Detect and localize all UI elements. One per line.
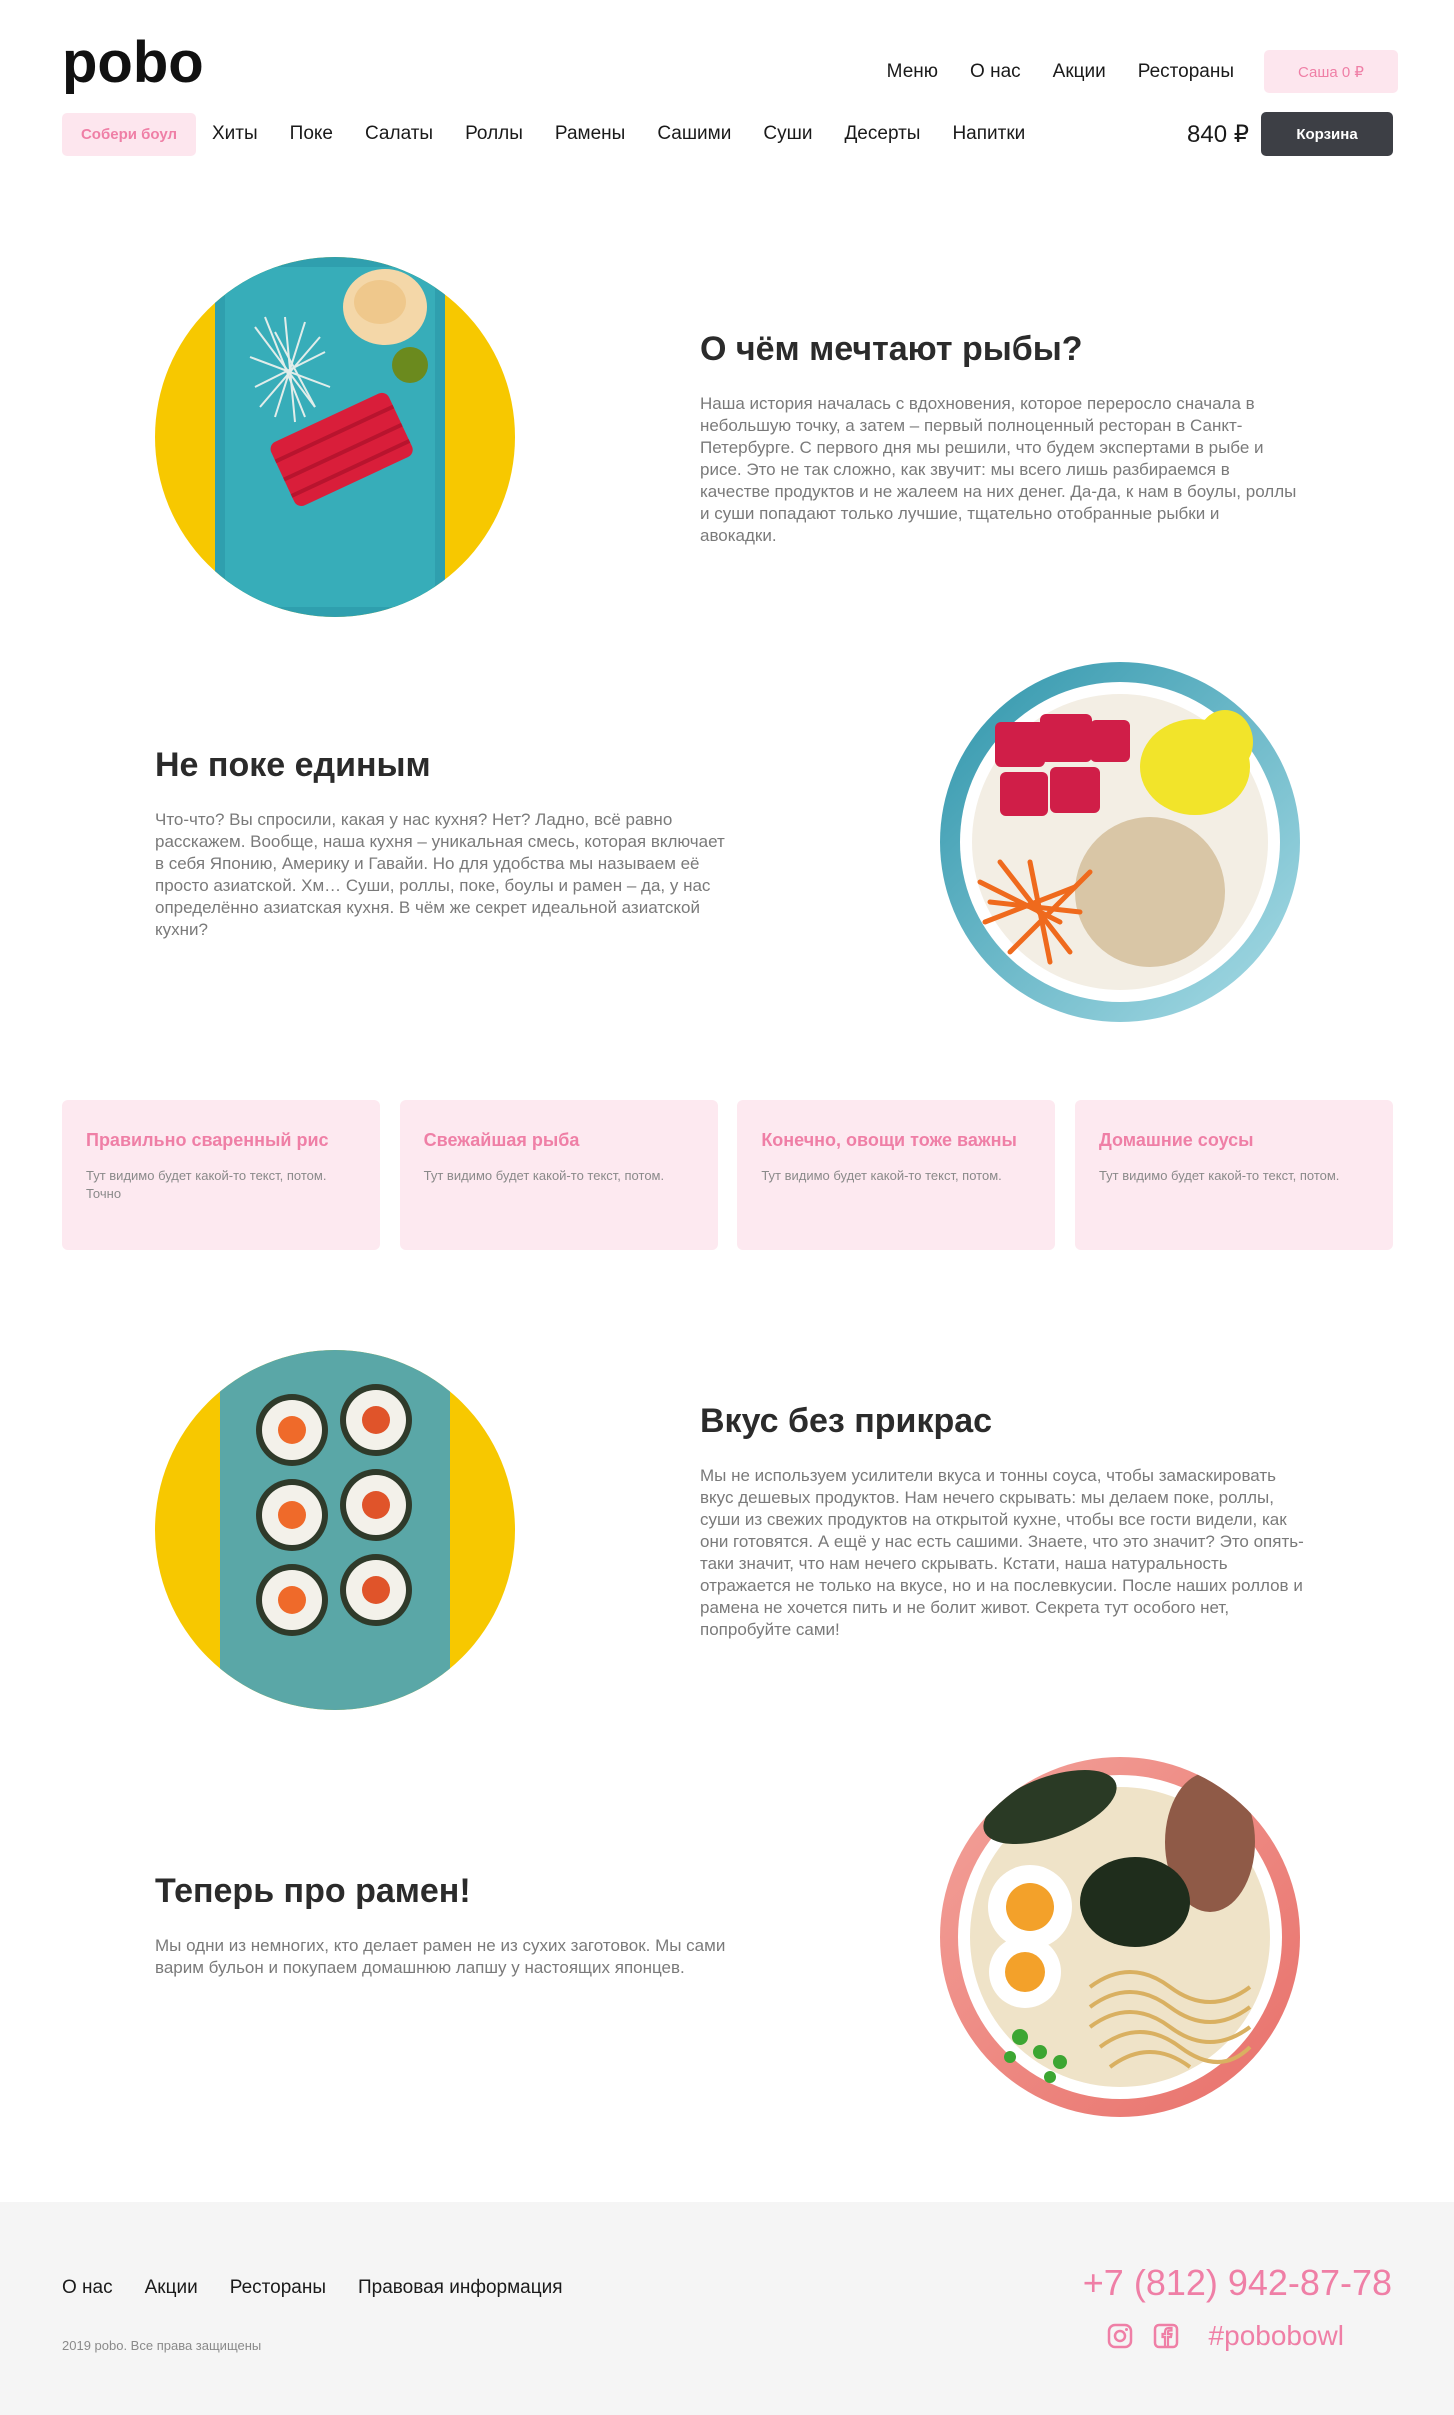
top-nav-link-menu[interactable]: Меню <box>887 61 938 83</box>
story-section-3: Вкус без прикрас Мы не используем усилит… <box>700 1402 1310 1641</box>
category-sashimi[interactable]: Сашими <box>657 123 731 145</box>
poke-bowl-photo <box>940 662 1300 1022</box>
category-sushi[interactable]: Суши <box>763 123 812 145</box>
section-title: Вкус без прикрас <box>700 1402 993 1440</box>
user-account-button[interactable]: Саша 0 ₽ <box>1264 50 1398 93</box>
facebook-icon[interactable] <box>1153 2323 1179 2349</box>
category-drinks[interactable]: Напитки <box>952 123 1025 145</box>
feature-title: Правильно сваренный рис <box>86 1130 329 1150</box>
feature-title: Конечно, овощи тоже важны <box>761 1130 1017 1150</box>
category-nav: Собери боул Хиты Поке Салаты Роллы Рамен… <box>62 112 1057 156</box>
footer-link-restaurants[interactable]: Рестораны <box>230 2277 326 2299</box>
copyright: 2019 pobo. Все права защищены <box>62 2338 262 2353</box>
feature-title: Свежайшая рыба <box>423 1130 580 1150</box>
sashimi-photo <box>155 257 515 617</box>
feature-card-vegetables: Конечно, овощи тоже важны Тут видимо буд… <box>737 1100 1056 1250</box>
footer-nav: О нас Акции Рестораны Правовая информаци… <box>62 2277 595 2299</box>
section-text: Что-что? Вы спросили, какая у нас кухня?… <box>155 810 725 939</box>
hashtag[interactable]: #pobobowl <box>1209 2320 1344 2352</box>
section-text: Мы одни из немногих, кто делает рамен не… <box>155 1936 726 1977</box>
top-nav-link-restaurants[interactable]: Рестораны <box>1138 61 1234 83</box>
top-nav: Меню О нас Акции Рестораны Саша 0 ₽ <box>887 50 1398 93</box>
cart-button[interactable]: Корзина <box>1261 112 1393 156</box>
section-text: Наша история началась с вдохновения, кот… <box>700 394 1297 545</box>
footer-link-about[interactable]: О нас <box>62 2277 113 2299</box>
cart-total: 840 ₽ <box>1187 120 1249 148</box>
footer-link-legal[interactable]: Правовая информация <box>358 2277 563 2299</box>
top-nav-link-promos[interactable]: Акции <box>1053 61 1106 83</box>
top-nav-link-about[interactable]: О нас <box>970 61 1021 83</box>
category-poke[interactable]: Поке <box>290 123 333 145</box>
category-salads[interactable]: Салаты <box>365 123 433 145</box>
category-ramen[interactable]: Рамены <box>555 123 625 145</box>
category-hits[interactable]: Хиты <box>212 123 258 145</box>
feature-text: Тут видимо будет какой-то текст, потом. … <box>86 1168 327 1201</box>
phone-number[interactable]: +7 (812) 942-87-78 <box>1083 2262 1392 2304</box>
feature-card-rice: Правильно сваренный рис Тут видимо будет… <box>62 1100 380 1250</box>
instagram-icon[interactable] <box>1107 2323 1133 2349</box>
feature-text: Тут видимо будет какой-то текст, потом. <box>1098 1168 1340 1183</box>
cart-area: 840 ₽ Корзина <box>1187 112 1393 156</box>
build-bowl-button[interactable]: Собери боул <box>62 112 196 156</box>
category-rolls[interactable]: Роллы <box>465 123 523 145</box>
feature-text: Тут видимо будет какой-то текст, потом. <box>761 1168 1002 1183</box>
story-section-2: Не поке единым Что-что? Вы спросили, как… <box>155 746 735 941</box>
story-section-4: Теперь про рамен! Мы одни из немногих, к… <box>155 1872 745 1979</box>
feature-card-sauces: Домашние соусы Тут видимо будет какой-то… <box>1074 1100 1393 1250</box>
story-section-1: О чём мечтают рыбы? Наша история началас… <box>700 330 1300 547</box>
footer: О нас Акции Рестораны Правовая информаци… <box>0 2202 1454 2415</box>
feature-card-fish: Свежайшая рыба Тут видимо будет какой-то… <box>399 1100 718 1250</box>
section-title: О чём мечтают рыбы? <box>700 330 1083 368</box>
social-links: #pobobowl <box>1107 2320 1344 2352</box>
ramen-photo <box>940 1757 1300 2117</box>
logo-text: pobo <box>62 38 204 95</box>
pobo-logo[interactable]: pobo <box>62 38 224 98</box>
feature-text: Тут видимо будет какой-то текст, потом. <box>423 1168 665 1183</box>
section-title: Не поке единым <box>155 746 431 784</box>
rolls-photo <box>155 1350 515 1710</box>
section-text: Мы не используем усилители вкуса и тонны… <box>700 1466 1304 1639</box>
feature-title: Домашние соусы <box>1098 1130 1254 1150</box>
category-desserts[interactable]: Десерты <box>844 123 920 145</box>
footer-link-promos[interactable]: Акции <box>145 2277 198 2299</box>
feature-cards: Правильно сваренный рис Тут видимо будет… <box>62 1100 1393 1250</box>
section-title: Теперь про рамен! <box>155 1872 471 1910</box>
